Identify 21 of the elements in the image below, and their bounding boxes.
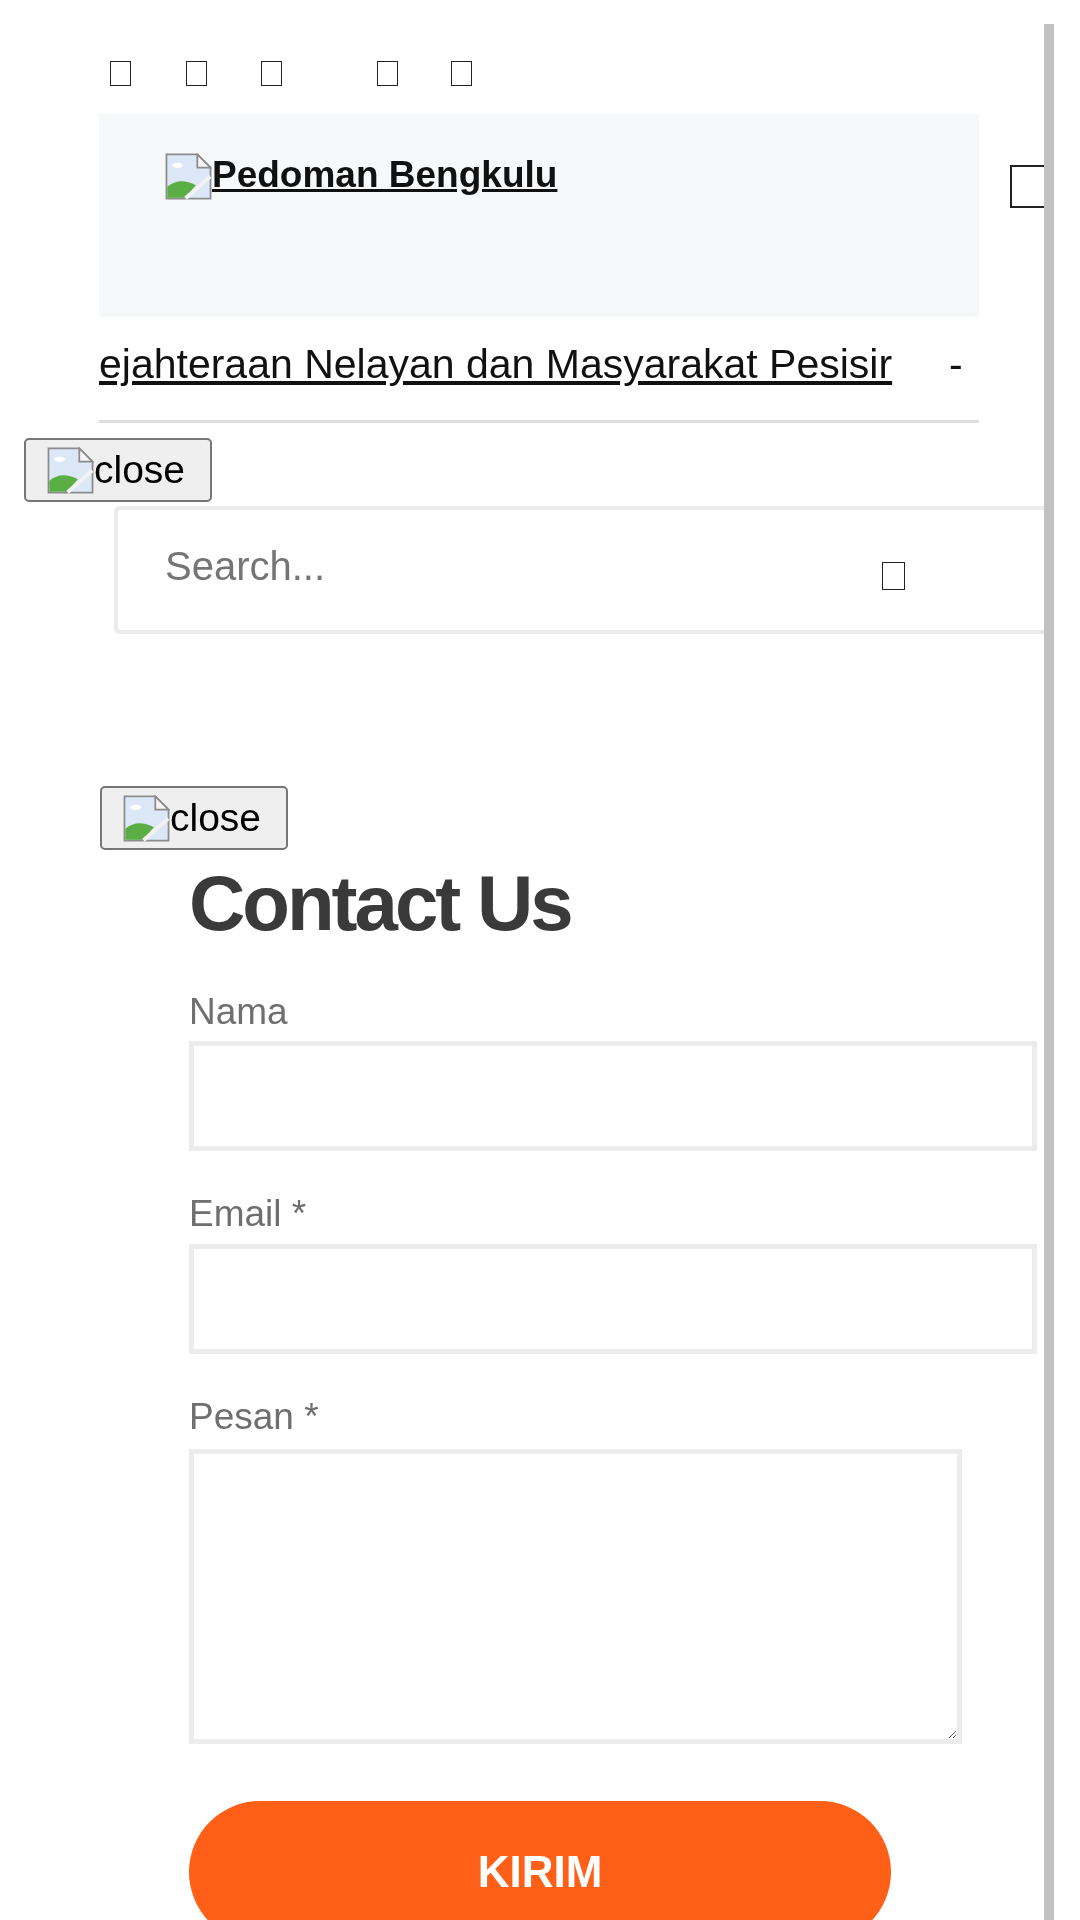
logo-link[interactable]: Pedoman Bengkulu <box>165 153 558 200</box>
square-icon[interactable] <box>110 61 131 86</box>
field-label: Nama <box>189 990 288 1034</box>
square-icon[interactable] <box>451 61 472 86</box>
search-field[interactable]: Search... <box>114 506 1044 634</box>
contact-heading: Contact Us <box>189 864 571 942</box>
news-ticker-link[interactable]: ejahteraan Nelayan dan Masyarakat Pesisir <box>99 340 893 390</box>
close-button[interactable]: close <box>24 438 212 502</box>
broken-image-icon <box>47 446 94 494</box>
broken-image-icon <box>123 794 170 842</box>
square-icon[interactable] <box>377 61 398 86</box>
field-label: Pesan * <box>189 1394 319 1439</box>
square-icon[interactable] <box>186 61 207 86</box>
square-icon[interactable] <box>1010 165 1044 208</box>
ticker-separator: - <box>949 340 963 389</box>
square-icon[interactable] <box>882 562 905 590</box>
scrollbar[interactable] <box>1044 24 1054 1920</box>
broken-image-icon <box>165 153 212 200</box>
field-label: Email * <box>189 1192 307 1237</box>
close-button[interactable]: close <box>100 786 288 850</box>
square-icon[interactable] <box>261 61 282 86</box>
